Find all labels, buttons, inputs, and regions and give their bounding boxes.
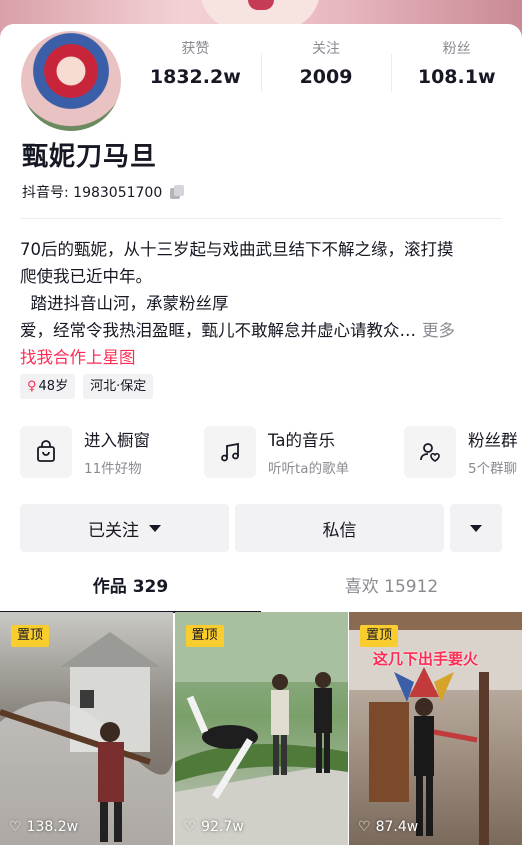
stat-label: 粉丝 <box>442 41 471 57</box>
divider <box>20 218 502 219</box>
caret-down-icon <box>149 524 161 532</box>
stat-label: 获赞 <box>181 41 210 57</box>
video-thumbnail[interactable]: 置顶 这几下出手要火 ♡ 87.4w <box>349 612 522 845</box>
pinned-badge: 置顶 <box>360 625 399 647</box>
location-text: 河北·保定 <box>90 379 147 394</box>
profile-card: 获赞 1832.2w 关注 2009 粉丝 108.1w 甄妮刀马旦 抖音号: … <box>0 24 522 845</box>
stat-value: 1832.2w <box>149 66 241 88</box>
heart-icon: ♡ <box>9 819 22 835</box>
bio-line: 爱，经常令我热泪盈眶，甄儿不敢解怠并虚心请教众… 更多 <box>20 317 508 344</box>
tab-works[interactable]: 作品 329 <box>0 567 261 611</box>
profile-tags: ♀ 48岁 河北·保定 <box>20 374 154 399</box>
video-likes: ♡ 92.7w <box>184 819 244 835</box>
bio-more-link[interactable]: 更多 <box>422 321 455 340</box>
message-label: 私信 <box>322 520 357 541</box>
more-options-button[interactable] <box>450 504 502 552</box>
feature-subtitle: 11件好物 <box>84 461 142 477</box>
feature-title: 粉丝群 <box>468 431 518 450</box>
location-tag: 河北·保定 <box>83 374 154 399</box>
cooperation-link[interactable]: 找我合作上星图 <box>20 344 508 371</box>
message-button[interactable]: 私信 <box>235 504 444 552</box>
music-entry[interactable]: Ta的音乐 听听ta的歌单 <box>204 426 349 478</box>
fan-group-entry[interactable]: 粉丝群 5个群聊 <box>404 426 518 478</box>
douyin-id-row[interactable]: 抖音号: 1983051700 <box>22 182 185 202</box>
video-likes: ♡ 138.2w <box>9 819 78 835</box>
video-thumbnail[interactable]: 置顶 ♡ 138.2w <box>0 612 173 845</box>
tab-likes[interactable]: 喜欢 15912 <box>261 567 522 611</box>
copy-icon[interactable] <box>170 185 185 199</box>
action-buttons: 已关注 私信 <box>20 504 502 552</box>
content-tabs: 作品 329 喜欢 15912 <box>0 567 522 615</box>
feature-subtitle: 5个群聊 <box>468 461 518 477</box>
likes-count: 138.2w <box>26 819 79 835</box>
fan-group-icon <box>404 426 456 478</box>
followed-label: 已关注 <box>88 520 139 541</box>
stat-label: 关注 <box>312 41 340 57</box>
music-note-icon <box>204 426 256 478</box>
likes-count: 92.7w <box>201 819 244 835</box>
avatar[interactable] <box>18 28 124 134</box>
feature-title: Ta的音乐 <box>268 431 335 450</box>
profile-name: 甄妮刀马旦 <box>22 142 158 172</box>
likes-count: 87.4w <box>375 819 419 835</box>
bio-line: 70后的甄妮，从十三岁起与戏曲武旦结下不解之缘，滚打摸 <box>20 240 454 259</box>
stat-following[interactable]: 关注 2009 <box>260 38 392 98</box>
shopping-bag-icon <box>20 426 72 478</box>
pinned-badge: 置顶 <box>11 625 50 647</box>
followed-button[interactable]: 已关注 <box>20 504 229 552</box>
age-text: 48岁 <box>38 379 69 394</box>
douyin-id: 抖音号: 1983051700 <box>22 185 163 201</box>
stat-likes[interactable]: 获赞 1832.2w <box>130 38 261 98</box>
bio: 70后的甄妮，从十三岁起与戏曲武旦结下不解之缘，滚打摸 爬使我已近中年。 踏进抖… <box>20 236 508 371</box>
heart-icon: ♡ <box>183 819 197 835</box>
bio-line: 爬使我已近中年。 <box>20 267 152 286</box>
bio-line-text: 爱，经常令我热泪盈眶，甄儿不敢解怠并虚心请教众… <box>20 321 416 340</box>
heart-icon: ♡ <box>358 819 371 835</box>
stat-followers[interactable]: 粉丝 108.1w <box>391 38 522 98</box>
bio-line: 踏进抖音山河，承蒙粉丝厚 <box>20 294 229 313</box>
stat-value: 2009 <box>299 66 353 88</box>
video-likes: ♡ 87.4w <box>358 819 418 835</box>
caret-down-icon <box>470 524 482 532</box>
feature-subtitle: 听听ta的歌单 <box>268 461 350 477</box>
shop-window-entry[interactable]: 进入橱窗 11件好物 <box>20 426 150 478</box>
stat-value: 108.1w <box>417 66 496 88</box>
feature-title: 进入橱窗 <box>84 431 150 450</box>
video-thumbnail[interactable]: 置顶 ♡ 92.7w <box>174 612 348 845</box>
video-caption: 这几下出手要火 <box>373 650 479 668</box>
feature-entries: 进入橱窗 11件好物 Ta的音乐 听听ta的歌单 粉丝群 5个群聊 <box>20 426 522 482</box>
age-tag: ♀ 48岁 <box>20 374 76 399</box>
female-icon: ♀ <box>27 379 37 394</box>
pinned-badge: 置顶 <box>185 625 224 647</box>
video-grid: 置顶 ♡ 138.2w 置顶 ♡ 92.7w 置顶 这几下出手要火 ♡ 87.4… <box>0 612 522 845</box>
profile-stats: 获赞 1832.2w 关注 2009 粉丝 108.1w <box>130 38 522 98</box>
